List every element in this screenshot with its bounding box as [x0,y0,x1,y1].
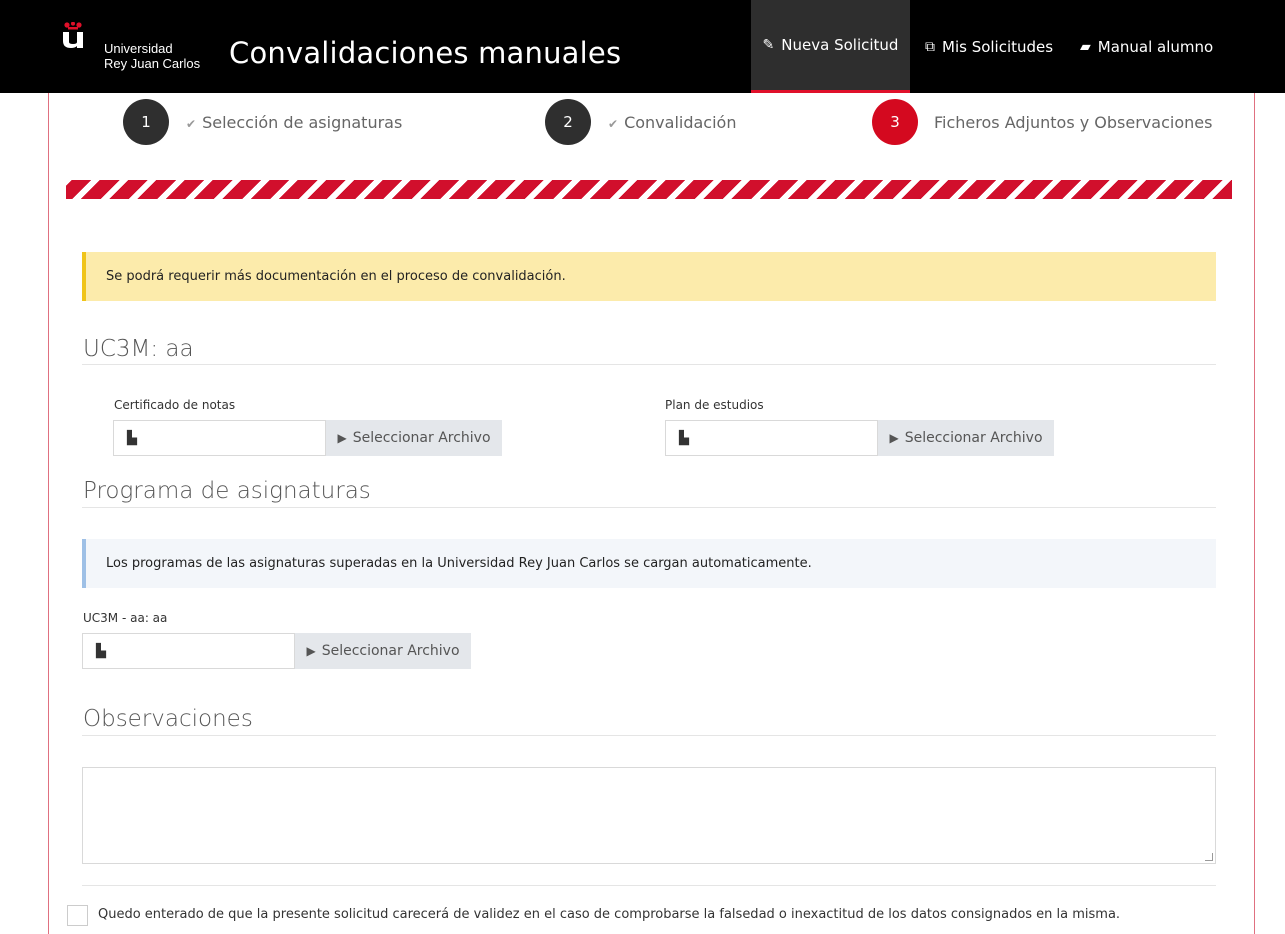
book-icon: ▰ [1080,38,1091,55]
step-1-label: ✔ Selección de asignaturas [186,113,403,132]
file-icon: ▙ [96,643,106,658]
observaciones-textarea[interactable] [82,767,1216,864]
plan-estudios-file-field[interactable]: ▙ [665,420,878,456]
step-2-label: ✔ Convalidación [608,113,737,132]
folder-open-icon: ▶ [337,431,347,445]
programa-select-button[interactable]: ▶ Seleccionar Archivo [295,633,471,669]
programa-file-field[interactable]: ▙ [82,633,295,669]
check-icon: ✔ [186,117,197,131]
pencil-icon: ✎ [762,37,775,53]
declaration-text: Quedo enterado de que la presente solici… [98,907,1121,922]
info-alert: Los programas de las asignaturas superad… [82,539,1216,588]
section-title-uc3m: UC3M: aa [83,336,194,362]
certificado-select-button[interactable]: ▶ Seleccionar Archivo [326,420,502,456]
plan-estudios-file-input: ▙ ▶ Seleccionar Archivo [665,420,1054,456]
nav-nueva-solicitud[interactable]: ✎ Nueva Solicitud [751,0,910,93]
section-title-programa: Programa de asignaturas [83,478,371,504]
folder-open-icon: ▶ [889,431,899,445]
certificado-file-input: ▙ ▶ Seleccionar Archivo [113,420,502,456]
warning-alert: Se podrá requerir más documentación en e… [82,252,1216,301]
folder-open-icon: ▶ [306,644,316,658]
step-2-number: 2 [545,99,591,145]
programa-file-input: ▙ ▶ Seleccionar Archivo [82,633,471,669]
urjc-logo-icon[interactable] [62,22,84,48]
copy-icon: ⧉ [925,38,935,55]
top-navbar: Universidad Rey Juan Carlos Convalidacio… [0,0,1285,93]
plan-estudios-select-button[interactable]: ▶ Seleccionar Archivo [878,420,1054,456]
certificado-label: Certificado de notas [114,398,236,412]
nav-mis-solicitudes[interactable]: ⧉ Mis Solicitudes [925,0,1053,93]
divider [82,364,1216,365]
file-icon: ▙ [679,430,689,445]
file-icon: ▙ [127,430,137,445]
step-3-label: Ficheros Adjuntos y Observaciones [934,113,1213,132]
check-icon: ✔ [608,117,619,131]
divider [82,507,1216,508]
step-1-number: 1 [123,99,169,145]
divider [82,885,1216,886]
resize-handle-icon[interactable] [1205,853,1213,861]
plan-estudios-label: Plan de estudios [665,398,764,412]
step-3-number: 3 [872,99,918,145]
university-name: Universidad Rey Juan Carlos [104,41,201,71]
certificado-file-field[interactable]: ▙ [113,420,326,456]
section-title-observaciones: Observaciones [83,706,253,732]
declaration-checkbox[interactable] [67,905,88,926]
divider [82,735,1216,736]
nav-manual-alumno[interactable]: ▰ Manual alumno [1080,0,1213,93]
progress-stripe [66,180,1232,199]
app-title: Convalidaciones manuales [229,36,622,70]
programa-field-label: UC3M - aa: aa [83,611,168,625]
